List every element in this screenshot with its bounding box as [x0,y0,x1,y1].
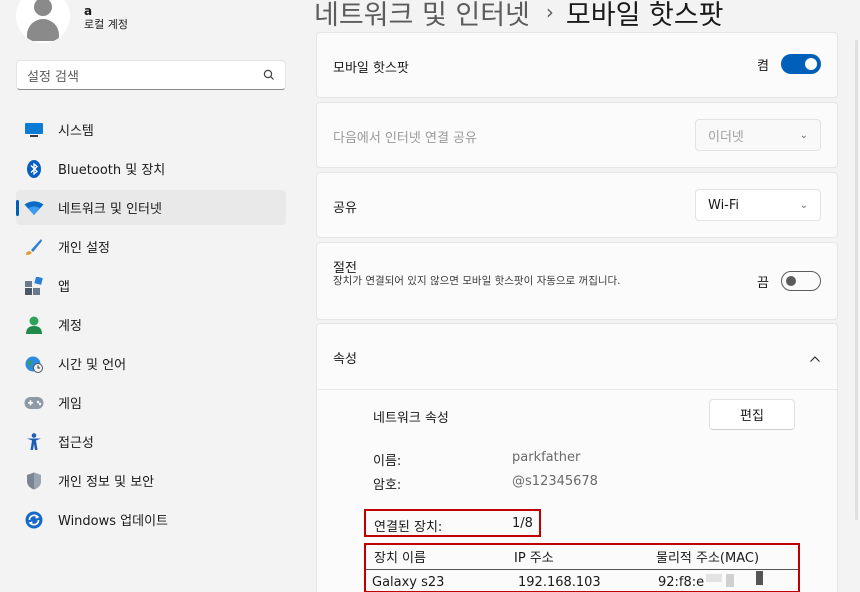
connected-devices-label: 연결된 장치: [374,520,443,535]
sidebar-item-label: 계정 [58,319,82,334]
devices-table-header: 장치 이름 IP 주소 물리적 주소(MAC) [366,545,798,570]
scrollbar[interactable] [855,40,858,520]
power-saving-toggle[interactable] [781,271,821,291]
redaction-block [756,571,763,585]
sidebar-item-network[interactable]: 네트워크 및 인터넷 [16,190,286,225]
update-icon [24,510,44,530]
user-profile[interactable]: a 로컬 계정 [16,0,128,46]
sidebar-item-time-language[interactable]: 시간 및 언어 [16,346,286,381]
chevron-down-icon: ⌄ [799,129,808,141]
share-from-value: 이더넷 [708,129,744,145]
power-saving-card: 절전 장치가 연결되어 있지 않으면 모바일 핫스팟이 자동으로 꺼집니다. 끔 [316,242,838,320]
hotspot-card: 모바일 핫스팟 켬 [316,32,838,98]
account-type: 로컬 계정 [84,18,128,31]
breadcrumb: 네트워크 및 인터넷 › 모바일 핫스팟 [314,0,724,32]
sidebar-item-system[interactable]: 시스템 [16,112,286,147]
hotspot-state-label: 켬 [757,58,769,74]
sidebar-item-label: 앱 [58,280,70,295]
breadcrumb-separator: › [545,0,554,24]
apps-icon [24,276,44,296]
sidebar-item-gaming[interactable]: 게임 [16,385,286,420]
password-label: 암호: [373,478,402,493]
hotspot-toggle-group: 켬 [757,54,821,74]
devices-table: 장치 이름 IP 주소 물리적 주소(MAC) Galaxy s23 192.1… [364,543,800,592]
search-input[interactable]: 설정 검색 [16,60,286,90]
password-value: @s12345678 [512,474,598,489]
column-header-device-name: 장치 이름 [374,551,426,566]
brush-icon [24,237,44,257]
breadcrumb-parent[interactable]: 네트워크 및 인터넷 [314,0,530,32]
hotspot-toggle[interactable] [781,54,821,74]
sidebar-item-accounts[interactable]: 계정 [16,307,286,342]
chevron-up-icon [809,348,821,367]
user-name: a [84,4,93,18]
share-over-value: Wi-Fi [708,197,740,213]
network-properties-label: 네트워크 속성 [373,411,449,426]
sidebar-item-privacy[interactable]: 개인 정보 및 보안 [16,463,286,498]
sidebar-item-label: 개인 정보 및 보안 [58,475,155,490]
bluetooth-icon [24,159,44,179]
power-saving-toggle-group: 끔 [757,271,821,291]
sidebar-item-label: 시간 및 언어 [58,358,127,373]
redaction-block [706,574,722,582]
properties-title: 속성 [333,352,357,367]
sidebar-item-label: 게임 [58,397,82,412]
globe-clock-icon [24,354,44,374]
share-over-card: 공유 Wi-Fi ⌄ [316,172,838,238]
connected-devices-count: 1/8 [512,516,533,531]
table-row: Galaxy s23 192.168.103 92:f8:e [366,571,798,592]
connected-devices-highlight: 연결된 장치: 1/8 [364,509,541,537]
power-saving-description: 장치가 연결되어 있지 않으면 모바일 핫스팟이 자동으로 꺼집니다. [333,275,621,287]
name-value: parkfather [512,450,581,465]
search-icon [263,69,275,81]
search-placeholder: 설정 검색 [27,69,79,85]
device-name: Galaxy s23 [372,575,445,590]
chevron-down-icon: ⌄ [799,199,808,211]
edit-button[interactable]: 편집 [709,399,795,430]
column-header-ip: IP 주소 [514,551,554,566]
share-from-select[interactable]: 이더넷 ⌄ [695,119,821,151]
avatar[interactable] [16,0,70,43]
shield-icon [24,471,44,491]
sidebar-item-label: 네트워크 및 인터넷 [58,202,162,217]
sidebar-item-windows-update[interactable]: Windows 업데이트 [16,502,286,537]
account-icon [24,315,44,335]
device-mac: 92:f8:e [658,575,705,590]
share-from-card: 다음에서 인터넷 연결 공유 이더넷 ⌄ [316,102,838,168]
page-title: 모바일 핫스팟 [565,0,724,31]
sidebar-item-personalization[interactable]: 개인 설정 [16,229,286,264]
sidebar-item-bluetooth[interactable]: Bluetooth 및 장치 [16,151,286,186]
sidebar-item-apps[interactable]: 앱 [16,268,286,303]
redaction-block [726,574,734,587]
column-header-mac: 물리적 주소(MAC) [656,551,760,566]
name-label: 이름: [373,454,402,469]
sidebar-item-label: 접근성 [58,436,94,451]
share-over-label: 공유 [333,201,357,216]
wifi-icon [24,198,44,218]
system-icon [24,120,44,140]
hotspot-label: 모바일 핫스팟 [333,61,409,76]
sidebar-item-label: Bluetooth 및 장치 [58,163,166,178]
gamepad-icon [24,393,44,413]
accessibility-icon [24,432,44,452]
sidebar-item-label: 시스템 [58,124,94,139]
share-from-label: 다음에서 인터넷 연결 공유 [333,131,477,146]
sidebar-item-label: Windows 업데이트 [58,514,169,529]
sidebar: a 로컬 계정 설정 검색 시스템 Bluetooth 및 장치 네트워크 및 … [0,0,300,592]
properties-header[interactable]: 속성 [317,324,837,390]
device-ip: 192.168.103 [518,575,601,590]
share-over-select[interactable]: Wi-Fi ⌄ [695,189,821,221]
sidebar-item-label: 개인 설정 [58,241,110,256]
nav-list: 시스템 Bluetooth 및 장치 네트워크 및 인터넷 개인 설정 앱 계정… [16,112,286,541]
power-saving-state-label: 끔 [757,275,769,291]
edit-button-label: 편집 [740,409,764,424]
sidebar-item-accessibility[interactable]: 접근성 [16,424,286,459]
